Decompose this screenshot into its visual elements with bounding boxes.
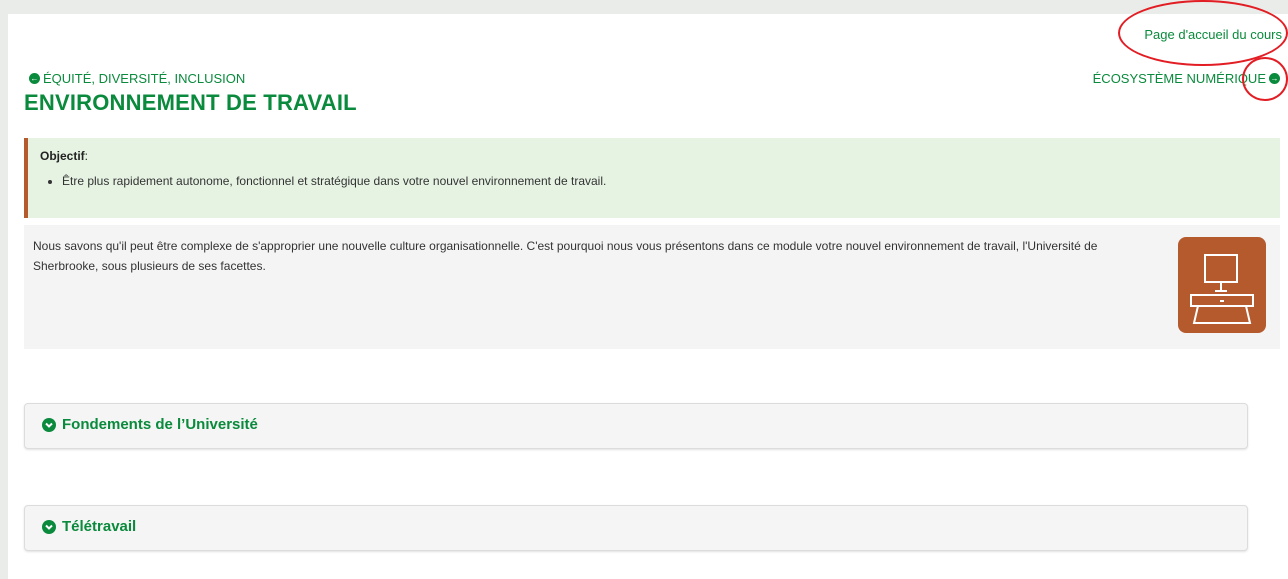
objective-heading: Objectif: xyxy=(40,149,88,163)
objective-colon: : xyxy=(84,149,89,163)
chevron-down-circle-icon xyxy=(42,519,56,534)
objective-label: Objectif xyxy=(40,149,85,163)
accordion-fondements[interactable]: Fondements de l’Université xyxy=(24,403,1248,449)
intro-box: Nous savons qu'il peut être complexe de … xyxy=(24,225,1280,349)
previous-module-link[interactable]: ← ÉQUITÉ, DIVERSITÉ, INCLUSION xyxy=(29,71,245,86)
course-home-link[interactable]: Page d'accueil du cours xyxy=(1144,27,1282,42)
chevron-down-circle-icon xyxy=(42,417,56,432)
course-page: Page d'accueil du cours ← ÉQUITÉ, DIVERS… xyxy=(8,14,1288,579)
computer-desk-icon xyxy=(1178,237,1266,333)
intro-text: Nous savons qu'il peut être complexe de … xyxy=(33,239,1098,273)
accordion-fondements-title: Fondements de l’Université xyxy=(62,416,258,433)
accordion-teletravail[interactable]: Télétravail xyxy=(24,505,1248,551)
previous-module-label: ÉQUITÉ, DIVERSITÉ, INCLUSION xyxy=(43,71,246,86)
objective-box: Objectif: Être plus rapidement autonome,… xyxy=(24,138,1280,218)
objective-list: Être plus rapidement autonome, fonctionn… xyxy=(40,174,606,188)
accordion-teletravail-header[interactable]: Télétravail xyxy=(42,518,136,535)
accordion-teletravail-title: Télétravail xyxy=(62,518,137,535)
arrow-left-circle-icon: ← xyxy=(29,73,40,84)
next-module-label: ÉCOSYSTÈME NUMÉRIQUE xyxy=(1092,71,1266,86)
objective-item: Être plus rapidement autonome, fonctionn… xyxy=(62,174,606,188)
arrow-right-circle-icon: → xyxy=(1269,73,1280,84)
next-module-link[interactable]: ÉCOSYSTÈME NUMÉRIQUE → xyxy=(1093,71,1280,86)
page-title: ENVIRONNEMENT DE TRAVAIL xyxy=(24,90,357,115)
accordion-fondements-header[interactable]: Fondements de l’Université xyxy=(42,416,258,433)
